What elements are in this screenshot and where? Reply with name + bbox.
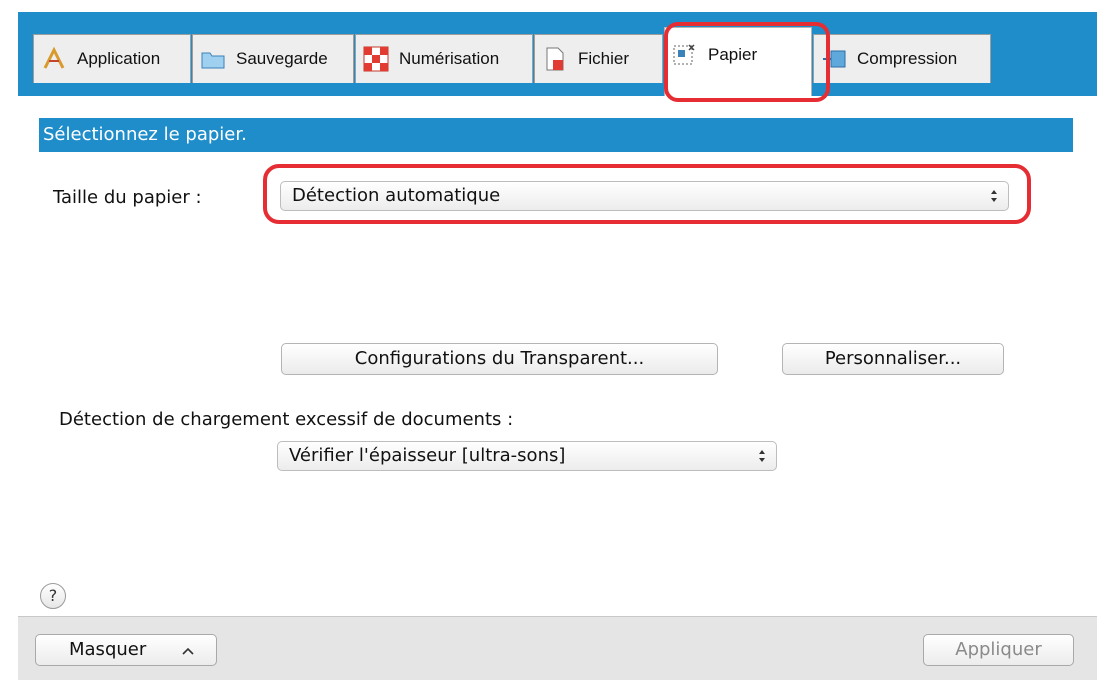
apply-button[interactable]: Appliquer bbox=[923, 634, 1074, 666]
help-icon: ? bbox=[48, 586, 58, 605]
tab-bar: Application Sauvegarde Numérisation Fich… bbox=[18, 12, 1097, 96]
tab-label: Papier bbox=[708, 45, 758, 64]
compression-icon bbox=[823, 50, 846, 68]
tab-sauvegarde[interactable]: Sauvegarde bbox=[192, 34, 354, 83]
application-icon bbox=[43, 46, 65, 69]
footer-bar: Masquer Appliquer bbox=[18, 616, 1097, 680]
transparent-settings-button[interactable]: Configurations du Transparent... bbox=[281, 343, 718, 375]
updown-arrows-icon bbox=[991, 190, 997, 202]
overload-detection-label: Détection de chargement excessif de docu… bbox=[59, 409, 514, 430]
section-title: Sélectionnez le papier. bbox=[39, 118, 1073, 152]
tab-application[interactable]: Application bbox=[33, 34, 191, 83]
updown-arrows-icon bbox=[759, 450, 765, 462]
tab-papier[interactable]: Papier bbox=[664, 27, 812, 96]
chevron-up-icon bbox=[182, 647, 194, 655]
overload-detection-select[interactable]: Vérifier l'épaisseur [ultra-sons] bbox=[277, 441, 777, 471]
tab-fichier[interactable]: Fichier bbox=[534, 34, 663, 83]
file-icon bbox=[546, 47, 564, 71]
tab-label: Fichier bbox=[578, 49, 630, 68]
paper-size-select[interactable]: Détection automatique bbox=[280, 181, 1009, 211]
paper-size-value: Détection automatique bbox=[292, 185, 501, 206]
apply-button-label: Appliquer bbox=[955, 639, 1042, 660]
folder-icon bbox=[201, 52, 225, 69]
tab-label: Compression bbox=[857, 49, 958, 68]
scansnap-settings-window: Application Sauvegarde Numérisation Fich… bbox=[18, 12, 1097, 680]
hide-button[interactable]: Masquer bbox=[35, 634, 217, 666]
tab-label: Sauvegarde bbox=[236, 49, 328, 68]
paper-settings-panel: Sélectionnez le papier. Taille du papier… bbox=[18, 96, 1097, 616]
hide-button-label: Masquer bbox=[69, 639, 147, 660]
overload-detection-value: Vérifier l'épaisseur [ultra-sons] bbox=[289, 445, 566, 466]
paper-size-label: Taille du papier : bbox=[53, 187, 202, 208]
tab-label: Numérisation bbox=[399, 49, 500, 68]
tab-numerisation[interactable]: Numérisation bbox=[355, 34, 533, 83]
tab-label: Application bbox=[77, 49, 161, 68]
paper-icon bbox=[673, 44, 695, 65]
help-button[interactable]: ? bbox=[40, 583, 66, 609]
scan-icon bbox=[363, 46, 389, 72]
customize-button[interactable]: Personnaliser... bbox=[782, 343, 1004, 375]
tab-compression[interactable]: Compression bbox=[813, 34, 991, 83]
